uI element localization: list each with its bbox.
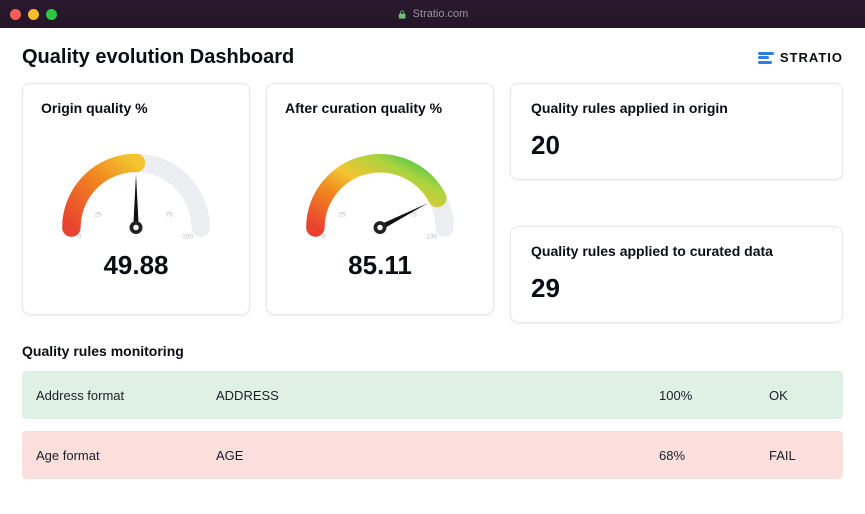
origin-rules-title: Quality rules applied in origin [531, 100, 822, 116]
rule-percent: 100% [659, 388, 769, 403]
curated-quality-card: After curation quality % [266, 83, 494, 315]
curated-quality-gauge: 25 75 0 100 [285, 126, 475, 246]
close-icon[interactable] [10, 9, 21, 20]
svg-text:100: 100 [426, 234, 437, 241]
svg-text:75: 75 [166, 211, 174, 218]
origin-rules-card: Quality rules applied in origin 20 [510, 83, 843, 180]
brand-text: STRATIO [780, 50, 843, 65]
rule-percent: 68% [659, 448, 769, 463]
rule-field: ADDRESS [216, 388, 659, 403]
rule-name: Address format [36, 388, 216, 403]
svg-text:25: 25 [338, 211, 346, 218]
origin-quality-gauge: 25 75 0 100 [41, 126, 231, 246]
origin-rules-value: 20 [531, 130, 822, 161]
rule-row[interactable]: Age formatAGE68%FAIL [22, 431, 843, 479]
minimize-icon[interactable] [28, 9, 39, 20]
rule-status: OK [769, 388, 829, 403]
curated-rules-title: Quality rules applied to curated data [531, 243, 822, 259]
rule-field: AGE [216, 448, 659, 463]
rule-row[interactable]: Address formatADDRESS100%OK [22, 371, 843, 419]
page-title: Quality evolution Dashboard [22, 46, 294, 69]
brand-mark-icon [758, 52, 774, 64]
rule-name: Age format [36, 448, 216, 463]
window-titlebar: Stratio.com [0, 0, 865, 28]
curated-rules-value: 29 [531, 273, 822, 304]
svg-text:0: 0 [322, 234, 326, 241]
address-display: Stratio.com [397, 8, 469, 20]
window-controls [10, 9, 57, 20]
curated-quality-title: After curation quality % [285, 100, 475, 116]
domain-text: Stratio.com [413, 8, 469, 20]
rule-status: FAIL [769, 448, 829, 463]
brand-logo: STRATIO [758, 50, 843, 65]
curated-quality-value: 85.11 [285, 250, 475, 281]
svg-text:100: 100 [182, 234, 193, 241]
curated-rules-card: Quality rules applied to curated data 29 [510, 226, 843, 323]
origin-quality-card: Origin quality % 25 [22, 83, 250, 315]
lock-icon [397, 9, 407, 20]
monitoring-title: Quality rules monitoring [22, 343, 843, 359]
svg-text:25: 25 [94, 211, 102, 218]
origin-quality-value: 49.88 [41, 250, 231, 281]
svg-text:0: 0 [78, 234, 82, 241]
maximize-icon[interactable] [46, 9, 57, 20]
origin-quality-title: Origin quality % [41, 100, 231, 116]
